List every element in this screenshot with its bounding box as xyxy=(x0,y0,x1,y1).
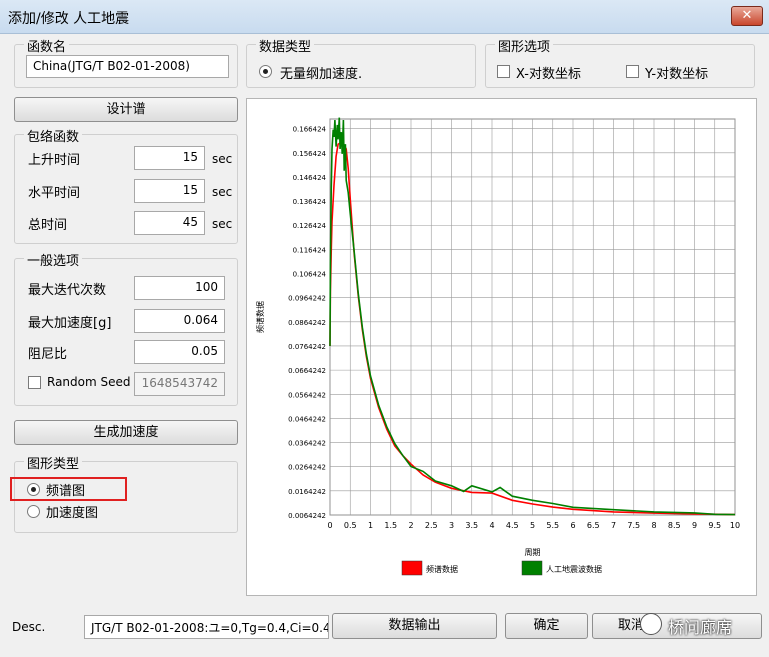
spectrum-radio[interactable] xyxy=(27,483,40,496)
legend-swatch xyxy=(521,560,543,576)
y-tick-label: 0.0864242 xyxy=(288,319,326,327)
max-iterations-label: 最大迭代次数 xyxy=(28,283,107,298)
max-acceleration-label: 最大加速度[g] xyxy=(28,316,112,331)
x-tick-label: 5 xyxy=(530,521,535,530)
x-log-label: X-对数坐标 xyxy=(516,67,581,82)
max-acceleration-input[interactable]: 0.064 xyxy=(134,309,225,333)
y-tick-label: 0.106424 xyxy=(293,271,327,279)
graph-options-label: 图形选项 xyxy=(495,36,554,55)
dimensionless-acc-radio[interactable] xyxy=(259,65,272,78)
watermark-text: 桥问廊席 xyxy=(668,618,733,637)
y-log-checkbox[interactable] xyxy=(626,65,639,78)
chart-panel: 0 0.5 1 1.5 2 2.5 3 3.5 4 4.5 5 5.5 6 6.5 7 7.5 8 8.5 9 9.5… xyxy=(246,98,757,596)
x-tick-label: 6 xyxy=(570,521,575,530)
x-tick-label: 5.5 xyxy=(546,521,559,530)
envelope-label: 包络函数 xyxy=(24,126,83,145)
spectrum-chart: 0 0.5 1 1.5 2 2.5 3 3.5 4 4.5 5 5.5 6 6.5 7 7.5 8 8.5 9 9.5… xyxy=(255,117,740,576)
x-tick-label: 9 xyxy=(692,521,697,530)
y-log-label: Y-对数坐标 xyxy=(645,67,709,82)
x-tick-label: 3.5 xyxy=(465,521,478,530)
window-title: 添加/修改 人工地震 xyxy=(8,11,130,27)
x-tick-label: 1 xyxy=(368,521,373,530)
y-tick-label: 0.0064242 xyxy=(288,512,326,520)
y-tick-label: 0.0764242 xyxy=(288,343,326,351)
wechat-icon xyxy=(640,613,662,635)
y-tick-label: 0.0164242 xyxy=(288,488,326,496)
y-tick-label: 0.0664242 xyxy=(288,367,326,375)
spectrum-label: 频谱图 xyxy=(46,484,86,499)
damping-ratio-label: 阻尼比 xyxy=(28,347,68,362)
y-tick-label: 0.156424 xyxy=(293,150,327,158)
ok-button[interactable]: 确定 xyxy=(505,613,588,639)
x-tick-label: 10 xyxy=(730,521,740,530)
random-seed-input[interactable]: 1648543742 xyxy=(134,372,225,396)
desc-label: Desc. xyxy=(12,620,46,634)
y-tick-label: 0.136424 xyxy=(293,198,327,206)
y-tick-label: 0.0364242 xyxy=(288,440,326,448)
total-time-label: 总时间 xyxy=(28,218,68,233)
design-spectrum-button[interactable]: 设计谱 xyxy=(14,97,238,122)
x-log-checkbox[interactable] xyxy=(497,65,510,78)
y-tick-label: 0.166424 xyxy=(293,126,327,134)
x-tick-label: 7.5 xyxy=(627,521,640,530)
rise-time-label: 上升时间 xyxy=(28,153,81,168)
x-tick-label: 2.5 xyxy=(425,521,438,530)
data-type-label: 数据类型 xyxy=(256,36,315,55)
x-tick-label: 9.5 xyxy=(708,521,721,530)
y-tick-label: 0.0564242 xyxy=(288,391,326,399)
y-tick-label: 0.0464242 xyxy=(288,415,326,423)
random-seed-checkbox[interactable] xyxy=(28,376,41,389)
y-tick-label: 0.0964242 xyxy=(288,295,326,303)
function-name-label: 函数名 xyxy=(24,36,70,55)
x-axis-label: 周期 xyxy=(525,548,541,557)
y-tick-label: 0.116424 xyxy=(293,246,327,254)
function-name-input[interactable]: China(JTG/T B02-01-2008) xyxy=(26,55,229,78)
legend-swatch xyxy=(401,560,423,576)
y-tick-label: 0.126424 xyxy=(293,222,327,230)
desc-input[interactable]: JTG/T B02-01-2008:ユ=0,Tg=0.4,Ci=0.43,C xyxy=(84,615,329,639)
general-options-label: 一般选项 xyxy=(24,250,83,269)
x-tick-label: 7 xyxy=(611,521,616,530)
y-tick-label: 0.0264242 xyxy=(288,464,326,472)
y-axis-label: 频谱数据 xyxy=(255,301,265,333)
x-tick-label: 8 xyxy=(651,521,656,530)
x-tick-label: 1.5 xyxy=(384,521,397,530)
x-tick-label: 6.5 xyxy=(587,521,600,530)
rise-time-unit: sec xyxy=(212,152,233,166)
generate-acceleration-button[interactable]: 生成加速度 xyxy=(14,420,238,445)
dimensionless-acc-label: 无量纲加速度. xyxy=(280,67,363,82)
damping-ratio-input[interactable]: 0.05 xyxy=(134,340,225,364)
acceleration-radio[interactable] xyxy=(27,505,40,518)
close-button[interactable]: ✕ xyxy=(731,6,763,26)
graph-type-label: 图形类型 xyxy=(24,453,83,472)
x-tick-label: 4.5 xyxy=(506,521,519,530)
level-time-unit: sec xyxy=(212,185,233,199)
legend-label: 频谱数据 xyxy=(426,564,458,574)
level-time-input[interactable]: 15 xyxy=(134,179,205,203)
y-tick-label: 0.146424 xyxy=(293,174,327,182)
legend-label: 人工地震波数据 xyxy=(546,564,602,574)
max-iterations-input[interactable]: 100 xyxy=(134,276,225,300)
acceleration-label: 加速度图 xyxy=(46,506,99,521)
data-output-button[interactable]: 数据输出 xyxy=(332,613,497,639)
level-time-label: 水平时间 xyxy=(28,186,81,201)
x-tick-label: 2 xyxy=(408,521,413,530)
x-tick-label: 3 xyxy=(449,521,454,530)
total-time-input[interactable]: 45 xyxy=(134,211,205,235)
x-tick-label: 0.5 xyxy=(344,521,357,530)
random-seed-label: Random Seed xyxy=(47,375,131,389)
x-tick-label: 8.5 xyxy=(668,521,681,530)
x-tick-label: 0 xyxy=(327,521,332,530)
rise-time-input[interactable]: 15 xyxy=(134,146,205,170)
total-time-unit: sec xyxy=(212,217,233,231)
x-tick-label: 4 xyxy=(489,521,494,530)
